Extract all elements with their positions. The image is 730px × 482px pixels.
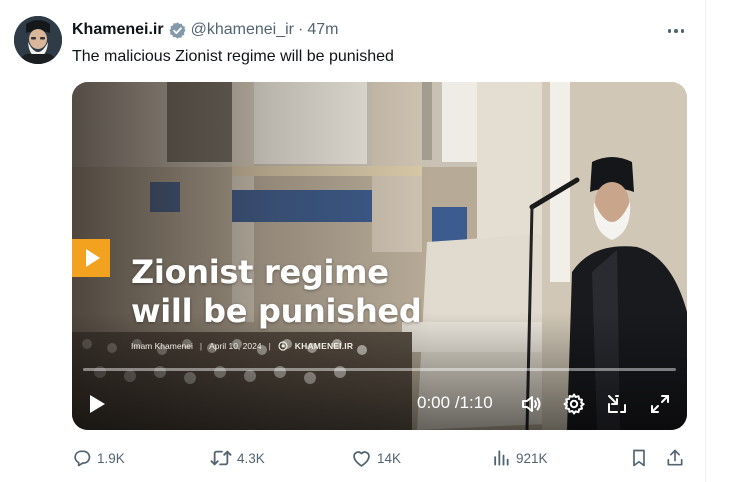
more-options-icon[interactable] <box>664 22 688 40</box>
like-button[interactable]: 14K <box>351 446 401 470</box>
play-icon[interactable] <box>90 393 110 415</box>
avatar[interactable] <box>14 16 62 64</box>
volume-icon[interactable] <box>519 392 543 416</box>
tweet-text: The malicious Zionist regime will be pun… <box>72 48 394 65</box>
bookmark-icon <box>633 449 645 467</box>
tweet-header: Khamenei.ir @khamenei_ir · 47m <box>72 19 338 41</box>
overlay-separator: | <box>199 341 203 351</box>
video-progress-bar[interactable] <box>83 368 676 371</box>
share-icon <box>667 449 683 466</box>
timestamp[interactable]: 47m <box>307 21 338 39</box>
views-button[interactable]: 921K <box>491 446 548 470</box>
reply-icon <box>74 450 91 467</box>
video-time: 0:00 /1:10 <box>417 393 493 413</box>
verified-badge-icon[interactable] <box>168 21 187 40</box>
views-count: 921K <box>516 450 548 466</box>
overlay-brand: KHAMENEI.IR <box>294 341 354 351</box>
overlay-separator: | <box>268 341 271 351</box>
video-overlay-meta: Imam Khamenei | April 10, 2024 | KHAMENE… <box>131 341 353 351</box>
retweet-icon <box>210 450 232 466</box>
pop-out-icon[interactable] <box>605 392 629 416</box>
like-count: 14K <box>377 450 402 466</box>
video-overlay-title: Zionist regime will be punished <box>131 253 422 331</box>
overlay-speaker: Imam Khamenei <box>131 341 193 351</box>
duration: 1:10 <box>459 393 493 412</box>
overlay-title-line2: will be punished <box>131 292 422 330</box>
tweet-actions: 1.9K 4.3K 14K 921K <box>72 446 692 470</box>
share-button[interactable] <box>665 446 690 470</box>
retweet-button[interactable]: 4.3K <box>210 446 265 470</box>
bookmark-button[interactable] <box>629 446 654 470</box>
video-player[interactable]: Zionist regime will be punished Imam Kha… <box>72 82 687 430</box>
overlay-date: April 10, 2024 <box>209 341 262 351</box>
reply-button[interactable]: 1.9K <box>72 446 125 470</box>
column-border <box>705 0 706 482</box>
video-brand-play-badge <box>72 239 110 277</box>
heart-icon <box>353 451 370 467</box>
overlay-title-line1: Zionist regime <box>131 253 389 291</box>
current-time: 0:00 <box>417 393 451 412</box>
fullscreen-icon[interactable] <box>648 392 672 416</box>
views-chart-icon <box>494 450 509 466</box>
retweet-count: 4.3K <box>237 450 265 466</box>
header-separator: · <box>298 21 304 38</box>
author-handle[interactable]: @khamenei_ir <box>191 21 294 39</box>
settings-gear-icon[interactable] <box>562 392 586 416</box>
reply-count: 1.9K <box>97 450 125 466</box>
author-name[interactable]: Khamenei.ir <box>72 21 164 39</box>
brand-logo-icon <box>278 341 288 351</box>
